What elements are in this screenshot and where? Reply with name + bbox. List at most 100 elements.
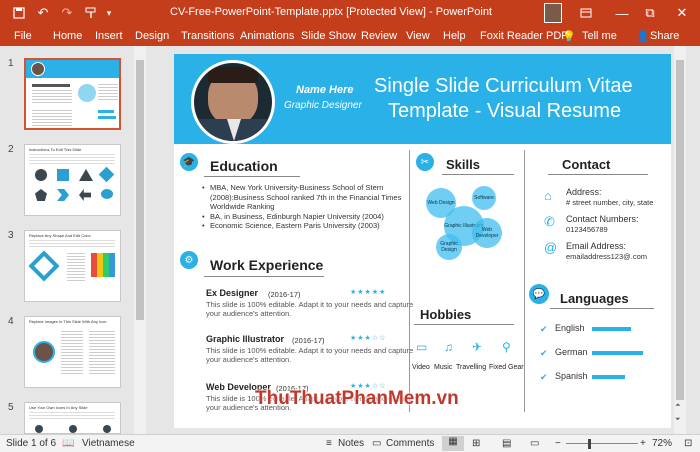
language-name: German	[555, 347, 588, 357]
tab-help[interactable]: Help	[443, 30, 466, 42]
restore-button[interactable]: ⧉	[640, 3, 660, 23]
slide-thumbnail-4[interactable]: Replace Images In This Slide With Any Ic…	[24, 316, 121, 388]
language-indicator[interactable]: Vietnamese	[82, 438, 135, 449]
tab-home[interactable]: Home	[53, 30, 82, 42]
thumbnail-caption: Replace Images In This Slide With Any Ic…	[29, 319, 107, 324]
skills-icon: ✂	[416, 153, 434, 171]
job-years: (2016-17)	[292, 336, 325, 345]
education-icon: 🎓	[180, 153, 198, 171]
thumbnail-number: 3	[8, 230, 14, 241]
zoom-slider-thumb[interactable]	[588, 439, 591, 449]
slide-thumbnail-5[interactable]: Use Your Own Icons In Any Slide	[24, 402, 121, 434]
notes-icon[interactable]: ≡	[326, 438, 332, 449]
profile-photo	[191, 60, 275, 144]
email-label: Email Address:	[566, 241, 627, 251]
tab-animations[interactable]: Animations	[240, 30, 294, 42]
share-icon[interactable]: 👤	[636, 30, 650, 43]
close-button[interactable]: ✕	[672, 3, 692, 23]
tab-foxit-reader-pdf[interactable]: Foxit Reader PDF	[480, 30, 568, 42]
ribbon-display-icon[interactable]	[576, 3, 596, 23]
bullet-marker: •	[202, 211, 205, 221]
slide[interactable]: Name Here Graphic Designer Single Slide …	[174, 54, 671, 428]
zoom-in-icon[interactable]: +	[640, 438, 646, 449]
tab-view[interactable]: View	[406, 30, 430, 42]
language-name: English	[555, 323, 585, 333]
spelling-icon[interactable]: 📖	[62, 438, 74, 449]
undo-icon[interactable]: ↶	[34, 3, 52, 23]
next-slide-icon[interactable]: ⏷	[675, 416, 681, 424]
title-bar: ↶ ↷ ▾ CV-Free-PowerPoint-Template.pptx […	[0, 0, 700, 26]
tell-me-box[interactable]: Tell me	[582, 30, 617, 42]
video-icon: ▭	[416, 340, 428, 354]
tab-transitions[interactable]: Transitions	[181, 30, 234, 42]
comments-icon[interactable]: ▭	[372, 438, 381, 449]
save-icon[interactable]	[10, 3, 28, 23]
job-description: your audience's attention.	[206, 309, 292, 318]
zoom-level[interactable]: 72%	[652, 438, 672, 449]
tab-file[interactable]: File	[14, 30, 32, 42]
slide-thumbnail-1[interactable]	[24, 58, 121, 130]
redo-icon[interactable]: ↷	[58, 3, 76, 23]
slide-thumbnail-3[interactable]: Replace Any Shape And Edit Color	[24, 230, 121, 302]
language-level-bar	[592, 351, 643, 355]
home-icon: ⌂	[544, 188, 552, 203]
hobbies-underline	[414, 324, 514, 325]
phone-icon: ✆	[544, 214, 555, 229]
phone-value: 0123456789	[566, 225, 608, 234]
zoom-slider[interactable]	[566, 443, 638, 444]
email-value: emailaddress123@.com	[566, 252, 647, 261]
format-painter-icon[interactable]	[82, 3, 100, 23]
education-item: • MBA, New York University-Business Schoo…	[202, 183, 402, 211]
slide-show-icon[interactable]: ▭	[530, 438, 539, 449]
slide-thumbnail-2[interactable]: Instructions To Edit This Slide	[24, 144, 121, 216]
thumbnail-scrollbar[interactable]	[134, 46, 146, 434]
reading-view-icon[interactable]: ▤	[502, 438, 511, 449]
slide-thumbnail-pane: 1 2 Instructions To Edit This Slide 3 Re…	[0, 46, 148, 434]
hobby-label: Music	[434, 364, 453, 371]
languages-title: Languages	[560, 291, 629, 306]
thumbnail-caption: Replace Any Shape And Edit Color	[29, 233, 91, 238]
skills-title: Skills	[446, 157, 480, 172]
language-level-bar	[592, 375, 625, 379]
education-item: • BA, in Business, Edinburgh Napier Unive…	[202, 211, 384, 221]
editor-vertical-scrollbar[interactable]: ⏶ ⏷	[674, 46, 686, 434]
tab-slide-show[interactable]: Slide Show	[301, 30, 356, 42]
zoom-out-icon[interactable]: −	[555, 438, 561, 449]
thumbnail-number: 1	[8, 58, 14, 69]
column-divider	[524, 150, 525, 412]
address-value: # street number, city, state	[566, 198, 654, 207]
education-item: • Economic Science, Eastern Paris Univers…	[202, 221, 380, 230]
lightbulb-icon[interactable]: 💡	[562, 30, 576, 43]
education-list: • MBA, New York University-Business Schoo…	[202, 183, 406, 231]
comments-button[interactable]: Comments	[386, 438, 434, 449]
thumbnail-caption: Instructions To Edit This Slide	[29, 147, 82, 152]
bicycle-icon: ⚲	[502, 340, 511, 354]
account-avatar[interactable]	[544, 3, 562, 23]
tab-review[interactable]: Review	[361, 30, 397, 42]
prev-slide-icon[interactable]: ⏶	[675, 402, 681, 410]
notes-button[interactable]: Notes	[338, 438, 364, 449]
skill-bubble: Software	[472, 186, 496, 210]
slide-editor: Name Here Graphic Designer Single Slide …	[148, 46, 686, 434]
job-title: Ex Designer	[206, 288, 259, 298]
language-name: Spanish	[555, 371, 588, 381]
tab-insert[interactable]: Insert	[95, 30, 123, 42]
hobby-label: Video	[412, 364, 430, 371]
check-icon: ✔	[540, 372, 548, 382]
job-title: Graphic Illustrator	[206, 334, 285, 344]
fit-slide-icon[interactable]: ⊡	[684, 438, 692, 449]
minimize-button[interactable]: —	[612, 3, 632, 23]
slide-sorter-icon[interactable]: ⊞	[472, 438, 480, 449]
share-button[interactable]: Share	[650, 30, 679, 42]
customize-icon[interactable]: ▾	[102, 3, 116, 23]
normal-view-icon[interactable]: ▦	[442, 436, 464, 451]
tab-design[interactable]: Design	[135, 30, 169, 42]
slide-title-line1: Single Slide Curriculum Vitae	[374, 75, 633, 97]
education-title: Education	[210, 158, 278, 174]
bullet-marker: •	[202, 221, 205, 230]
hobby-label: Fixed Gear	[489, 364, 524, 371]
slide-counter: Slide 1 of 6	[6, 438, 57, 449]
slide-title-line2: Template - Visual Resume	[388, 100, 622, 122]
work-experience-icon: ⚙	[180, 251, 198, 269]
languages-icon: 💬	[529, 284, 549, 304]
